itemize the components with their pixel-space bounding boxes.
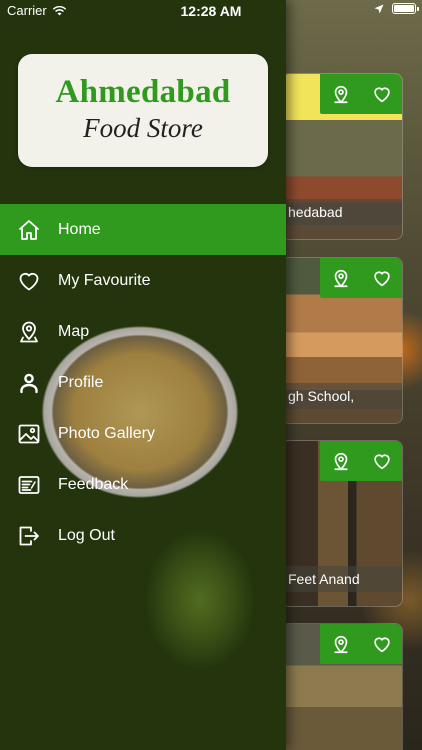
- card-actions: [320, 74, 402, 114]
- logo-subtitle: Food Store: [83, 113, 203, 143]
- heart-icon[interactable]: [371, 83, 393, 105]
- map-pin-icon: [20, 321, 38, 342]
- app-logo: Ahmedabad Food Store: [18, 54, 268, 167]
- drawer-menu: Home My Favourite Map Profile Photo Gall…: [0, 204, 286, 561]
- menu-item-feedback[interactable]: Feedback: [0, 459, 286, 510]
- map-pin-icon[interactable]: [330, 267, 352, 289]
- menu-item-label: Map: [58, 322, 90, 340]
- menu-item-label: Home: [58, 220, 101, 238]
- side-drawer: Ahmedabad Food Store Home My Favourite M…: [0, 0, 286, 750]
- heart-icon: [19, 272, 39, 290]
- menu-item-label: Log Out: [58, 526, 115, 544]
- store-card[interactable]: Feet Anand: [281, 440, 403, 607]
- menu-item-profile[interactable]: Profile: [0, 357, 286, 408]
- home-icon: [19, 219, 39, 240]
- store-label: gh School,: [282, 383, 402, 409]
- map-pin-icon[interactable]: [330, 450, 352, 472]
- menu-item-photo-gallery[interactable]: Photo Gallery: [0, 408, 286, 459]
- menu-item-home[interactable]: Home: [0, 204, 286, 255]
- location-arrow-icon: [374, 4, 384, 13]
- store-card[interactable]: gh School,: [281, 257, 403, 424]
- image-icon: [18, 424, 40, 443]
- heart-icon[interactable]: [371, 267, 393, 289]
- map-pin-icon[interactable]: [330, 83, 352, 105]
- heart-icon[interactable]: [371, 450, 393, 472]
- status-bar: Carrier 12:28 AM: [0, 0, 422, 22]
- menu-item-log-out[interactable]: Log Out: [0, 510, 286, 561]
- menu-item-map[interactable]: Map: [0, 306, 286, 357]
- menu-item-my-favourite[interactable]: My Favourite: [0, 255, 286, 306]
- card-actions: [320, 624, 402, 664]
- feedback-icon: [18, 475, 40, 494]
- menu-item-label: Profile: [58, 373, 104, 391]
- menu-item-label: My Favourite: [58, 271, 151, 289]
- store-card[interactable]: [281, 623, 403, 750]
- store-label: Feet Anand: [282, 566, 402, 592]
- battery-icon: [392, 3, 419, 14]
- heart-icon[interactable]: [371, 633, 393, 655]
- menu-item-label: Feedback: [58, 475, 129, 493]
- status-time: 12:28 AM: [180, 3, 242, 19]
- person-icon: [20, 373, 38, 393]
- menu-item-label: Photo Gallery: [58, 424, 155, 442]
- map-pin-icon[interactable]: [330, 633, 352, 655]
- store-card[interactable]: hedabad: [281, 73, 403, 240]
- logo-title: Ahmedabad: [55, 74, 231, 110]
- card-actions: [320, 258, 402, 298]
- card-actions: [320, 441, 402, 481]
- logout-icon: [19, 526, 39, 545]
- store-label: hedabad: [282, 199, 402, 225]
